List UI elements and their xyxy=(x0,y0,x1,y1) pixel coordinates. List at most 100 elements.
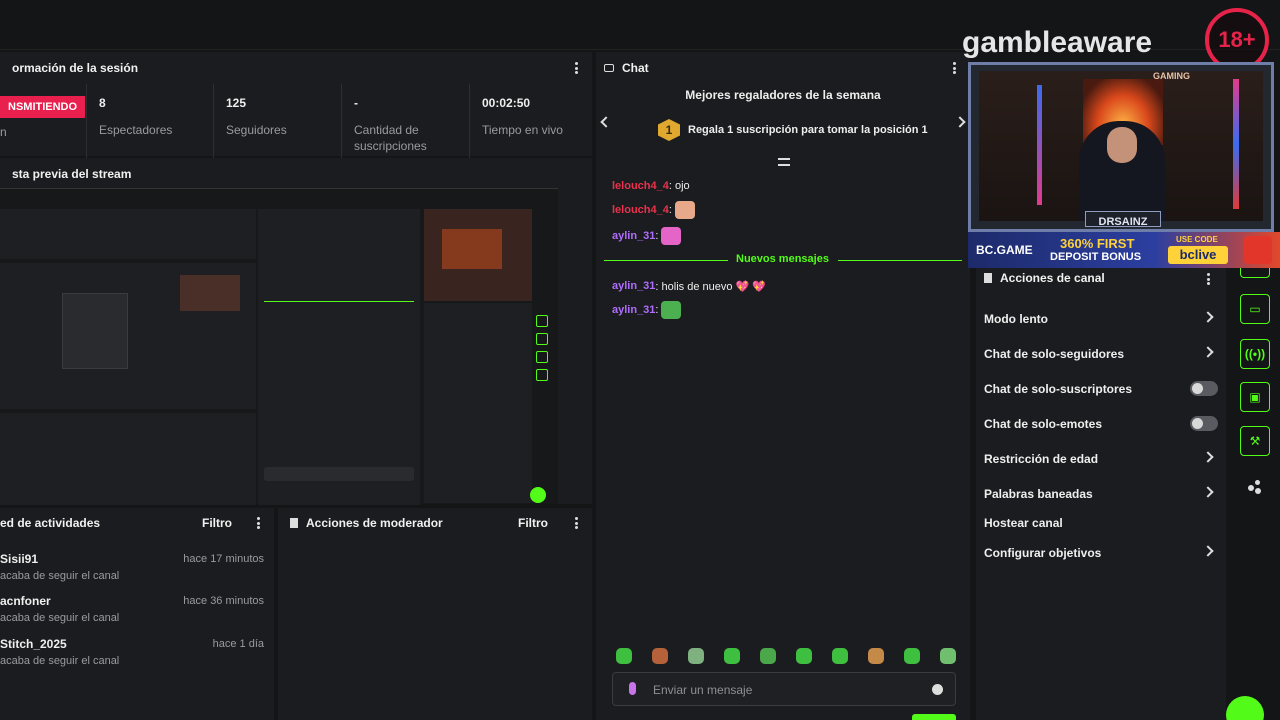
chat-text: : ojo xyxy=(668,180,690,192)
kebab-menu-icon[interactable] xyxy=(1207,273,1210,285)
action-label: Configurar objetivos xyxy=(984,546,1102,560)
led-strip-right xyxy=(1233,79,1239,209)
stream-preview-video[interactable] xyxy=(0,188,558,505)
gambleaware-logo: gambleaware xyxy=(962,26,1152,60)
action-label: Chat de solo-emotes xyxy=(984,417,1103,431)
new-messages-divider: Nuevos mensajes xyxy=(604,252,962,268)
chat-username[interactable]: aylin_31 xyxy=(612,230,655,242)
chevron-right-icon[interactable] xyxy=(954,116,966,128)
channel-actions-panel: Acciones de canal Modo lento Chat de sol… xyxy=(976,264,1226,720)
chat-bubble-icon[interactable]: ▭ xyxy=(1240,294,1270,324)
action-label: Chat de solo-seguidores xyxy=(984,347,1125,361)
activity-item: Stitch_2025 hace 1 día acaba de seguir e… xyxy=(0,637,264,679)
kebab-menu-icon[interactable] xyxy=(575,62,578,74)
top-gifters-row: 1 Regala 1 suscripción para tomar la pos… xyxy=(658,119,928,141)
moderator-actions-panel: Acciones de moderador Filtro xyxy=(278,508,592,720)
rank-badge-icon: 1 xyxy=(658,119,680,141)
activity-time: hace 17 minutos xyxy=(183,553,264,565)
frog-emote-icon xyxy=(661,301,682,319)
stat-value: 8 xyxy=(99,96,106,110)
kebab-menu-icon[interactable] xyxy=(953,62,956,74)
chat-message: lelouch4_4 : xyxy=(612,200,695,220)
chat-message: aylin_31 : xyxy=(612,300,682,320)
gift-icon xyxy=(1244,236,1272,264)
stat-label: Seguidores xyxy=(226,123,287,137)
activity-user[interactable]: Sisii91 xyxy=(0,552,38,566)
chat-text: : holis de nuevo 💖 💖 xyxy=(655,280,766,293)
chat-username[interactable]: aylin_31 xyxy=(612,304,655,316)
emote-bar[interactable] xyxy=(616,648,966,666)
chat-username[interactable]: lelouch4_4 xyxy=(612,180,669,192)
activity-feed-panel: ed de actividades Filtro Sisii91 hace 17… xyxy=(0,508,274,720)
microphone-icon[interactable] xyxy=(629,682,636,695)
action-emotes-only: Chat de solo-emotes xyxy=(984,412,1218,436)
emote-icon[interactable] xyxy=(832,648,848,664)
stream-preview-title: sta previa del stream xyxy=(12,167,132,181)
action-label: Restricción de edad xyxy=(984,452,1099,466)
kebab-menu-icon[interactable] xyxy=(575,517,578,529)
action-configure-goals[interactable]: Configurar objetivos xyxy=(984,541,1214,565)
emote-icon[interactable] xyxy=(724,648,740,664)
streamer xyxy=(1079,121,1165,221)
promo-code: bclive xyxy=(1168,246,1228,264)
host-screen-icon[interactable]: ▣ xyxy=(1240,382,1270,412)
action-host-channel[interactable]: Hostear canal xyxy=(984,511,1212,535)
action-followers-only[interactable]: Chat de solo-seguidores xyxy=(984,342,1214,366)
activity-desc: acaba de seguir el canal xyxy=(0,570,120,582)
emote-icon[interactable] xyxy=(904,648,920,664)
stat-label: Cantidad de suscripciones xyxy=(354,123,427,153)
chevron-left-icon[interactable] xyxy=(600,116,612,128)
action-age-restriction[interactable]: Restricción de edad xyxy=(984,447,1214,471)
chat-username[interactable]: aylin_31 xyxy=(612,280,655,292)
wrench-icon[interactable]: ⚒ xyxy=(1240,426,1270,456)
activity-item: Sisii91 hace 17 minutos acaba de seguir … xyxy=(0,552,264,594)
emote-icon[interactable] xyxy=(688,648,704,664)
action-slow-mode[interactable]: Modo lento xyxy=(984,307,1214,331)
activity-item: acnfoner hace 36 minutos acaba de seguir… xyxy=(0,594,264,636)
emotes-only-toggle[interactable] xyxy=(1190,416,1218,431)
emote-icon[interactable] xyxy=(652,648,668,664)
emote-icon[interactable] xyxy=(796,648,812,664)
activity-filter-button[interactable]: Filtro xyxy=(202,516,232,530)
session-info-title: ormación de la sesión xyxy=(12,61,139,75)
add-widget-icon[interactable] xyxy=(1248,480,1262,494)
top-gifters-text: Regala 1 suscripción para tomar la posic… xyxy=(688,124,928,136)
webcam-frame: GAMING DRSAINZ xyxy=(968,62,1274,232)
stat-value: - xyxy=(354,96,358,110)
activity-user[interactable]: Stitch_2025 xyxy=(0,637,67,651)
chat-input[interactable]: Enviar un mensaje xyxy=(612,672,956,706)
help-icon[interactable] xyxy=(1226,696,1264,720)
action-label: Palabras baneadas xyxy=(984,487,1093,501)
preview-mini-chat xyxy=(258,209,420,505)
emote-icon[interactable] xyxy=(940,648,956,664)
preview-mini-actions xyxy=(424,303,532,503)
channel-actions-header: Acciones de canal xyxy=(976,264,1226,292)
age-18-text: 18+ xyxy=(1218,27,1256,52)
chat-username[interactable]: lelouch4_4 xyxy=(612,204,669,216)
moderator-filter-button[interactable]: Filtro xyxy=(518,516,548,530)
send-button[interactable] xyxy=(912,714,956,720)
stream-preview-panel: sta previa del stream xyxy=(0,158,592,505)
chat-message: aylin_31 : holis de nuevo 💖 💖 xyxy=(612,276,766,296)
chat-bubble-icon xyxy=(604,64,614,72)
kebab-menu-icon[interactable] xyxy=(257,517,260,529)
preview-mini-activity xyxy=(0,413,256,505)
activity-feed-title: ed de actividades xyxy=(0,516,101,530)
chat-input-placeholder: Enviar un mensaje xyxy=(653,683,753,697)
emote-icon[interactable] xyxy=(760,648,776,664)
stream-preview-header: sta previa del stream xyxy=(0,158,592,190)
pink-emote-icon xyxy=(661,227,682,245)
use-code-label: USE CODE xyxy=(1176,235,1218,244)
broadcast-icon[interactable]: ((•)) xyxy=(1240,339,1270,369)
chat-panel: Chat Mejores regaladores de la semana 1 … xyxy=(596,52,970,720)
emote-icon[interactable] xyxy=(868,648,884,664)
subscribers-only-toggle[interactable] xyxy=(1190,381,1218,396)
chat-text: : xyxy=(668,204,672,216)
emoji-icon[interactable] xyxy=(932,684,943,695)
preview-mini-help-icon xyxy=(530,487,546,503)
action-banned-words[interactable]: Palabras baneadas xyxy=(984,482,1214,506)
top-gifters-title: Mejores regaladores de la semana xyxy=(685,88,881,102)
activity-user[interactable]: acnfoner xyxy=(0,594,51,608)
emote-icon[interactable] xyxy=(616,648,632,664)
filter-icon[interactable] xyxy=(778,158,790,166)
